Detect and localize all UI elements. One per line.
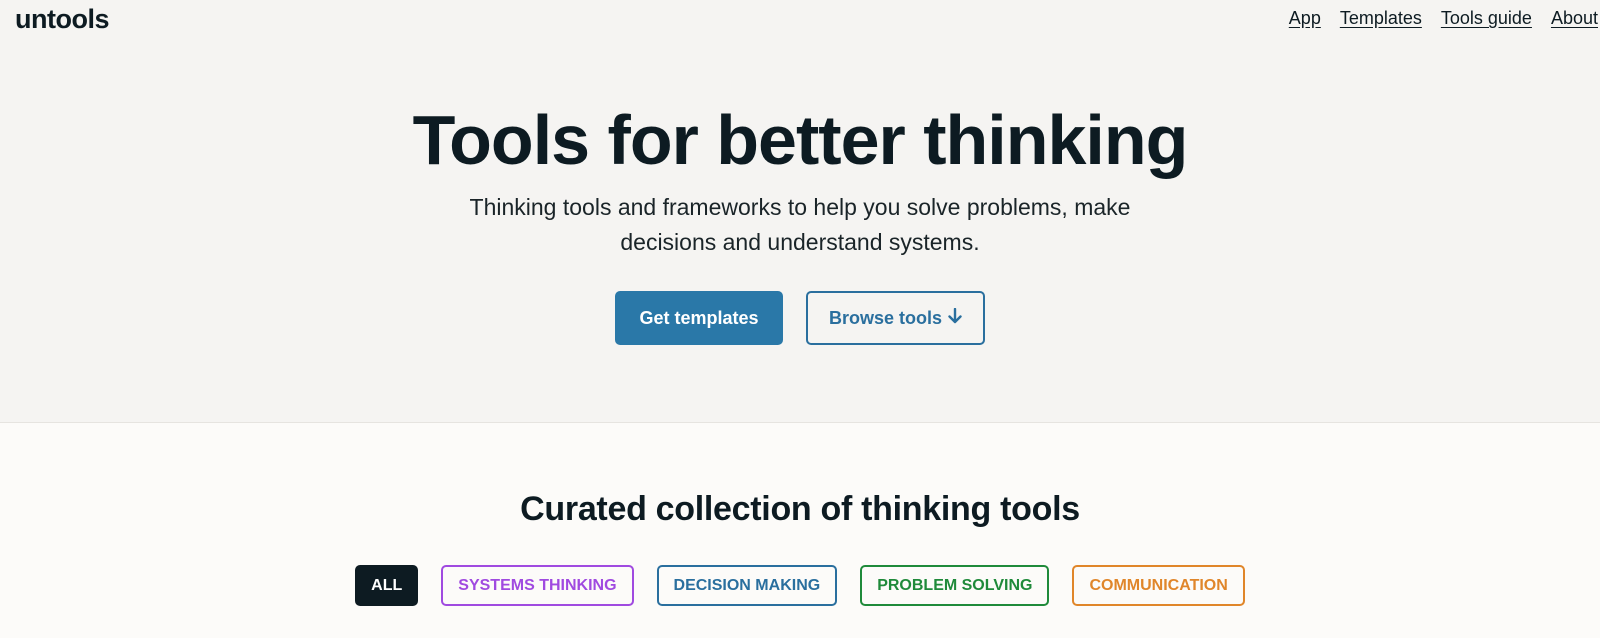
- get-templates-button[interactable]: Get templates: [615, 291, 783, 345]
- filter-decision-making[interactable]: DECISION MAKING: [656, 565, 838, 606]
- logo[interactable]: untools: [15, 4, 109, 35]
- arrow-down-icon-svg: [948, 307, 962, 323]
- nav-link-about[interactable]: About: [1551, 8, 1598, 29]
- nav-link-app[interactable]: App: [1289, 8, 1321, 29]
- collection-title: Curated collection of thinking tools: [520, 490, 1080, 528]
- browse-tools-button[interactable]: Browse tools: [806, 291, 985, 345]
- hero-title: Tools for better thinking: [412, 101, 1189, 179]
- top-nav: App Templates Tools guide About: [1289, 8, 1600, 29]
- category-filters: ALL SYSTEMS THINKING DECISION MAKING PRO…: [0, 565, 1600, 606]
- tools-collection-section: Curated collection of thinking tools ALL…: [0, 423, 1600, 638]
- get-templates-label: Get templates: [639, 307, 759, 328]
- hero-section: untools App Templates Tools guide About …: [0, 0, 1600, 423]
- browse-tools-label: Browse tools: [828, 307, 943, 328]
- nav-link-tools-guide[interactable]: Tools guide: [1441, 8, 1532, 29]
- hero-actions: Get templates Browse tools: [0, 291, 1600, 345]
- hero-subtitle: Thinking tools and frameworks to help yo…: [469, 194, 1131, 255]
- filter-problem-solving[interactable]: PROBLEM SOLVING: [860, 565, 1050, 606]
- filter-communication[interactable]: COMMUNICATION: [1072, 565, 1245, 606]
- filter-all[interactable]: ALL: [355, 565, 419, 606]
- arrow-down-icon: [948, 307, 962, 329]
- filter-systems-thinking[interactable]: SYSTEMS THINKING: [441, 565, 634, 606]
- nav-link-templates[interactable]: Templates: [1340, 8, 1422, 29]
